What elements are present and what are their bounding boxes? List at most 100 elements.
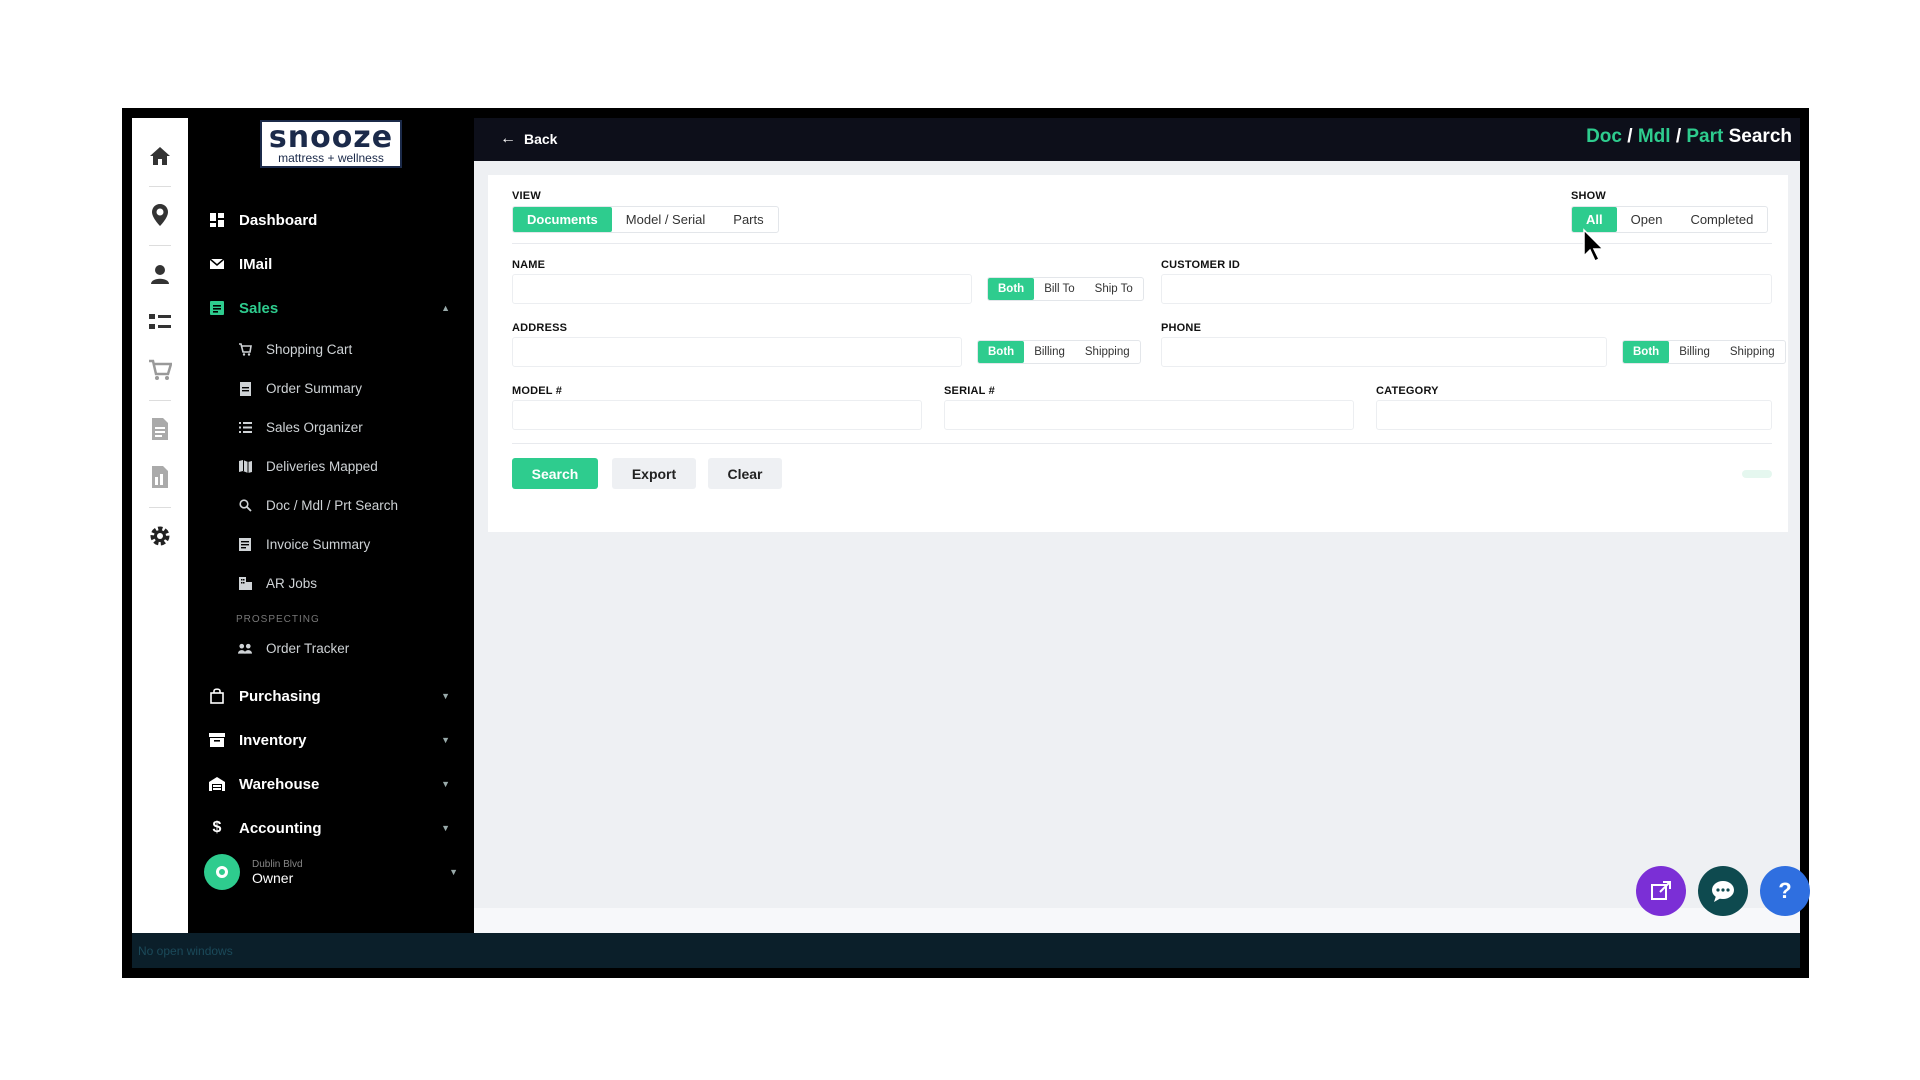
- gear-icon[interactable]: [140, 516, 180, 556]
- show-option-open[interactable]: Open: [1617, 207, 1677, 232]
- title-separator: /: [1675, 126, 1682, 147]
- logo-main-text: snooze: [268, 120, 394, 155]
- list-icon: [238, 421, 252, 435]
- location-pin-icon[interactable]: [140, 195, 180, 235]
- sidebar-item-sales[interactable]: Sales ▲: [188, 286, 474, 330]
- user-role: Owner: [252, 869, 294, 886]
- invoice-icon: [238, 538, 252, 552]
- sidebar-item-label: Sales: [239, 299, 279, 317]
- report-icon[interactable]: [140, 457, 180, 497]
- sidebar-subitem-deliveries-mapped[interactable]: Deliveries Mapped: [188, 447, 474, 486]
- taskbar-status: No open windows: [138, 944, 233, 958]
- sidebar-item-imail[interactable]: IMail: [188, 242, 474, 286]
- sidebar-subitem-shopping-cart[interactable]: Shopping Cart: [188, 330, 474, 369]
- people-icon: [238, 642, 252, 656]
- view-label: VIEW: [512, 190, 541, 202]
- brand-logo[interactable]: snooze mattress + wellness: [260, 120, 402, 168]
- title-search: Search: [1728, 126, 1792, 147]
- avatar: [204, 854, 240, 890]
- show-option-completed[interactable]: Completed: [1676, 207, 1767, 232]
- chat-bubble-icon: [1712, 881, 1734, 902]
- user-icon[interactable]: [140, 254, 180, 294]
- open-external-button[interactable]: [1636, 866, 1686, 916]
- sidebar-subitem-label: Invoice Summary: [266, 537, 371, 552]
- back-button[interactable]: ← Back: [500, 130, 557, 148]
- phone-scope-billing[interactable]: Billing: [1669, 341, 1720, 363]
- address-scope-both[interactable]: Both: [978, 341, 1025, 363]
- sidebar-item-label: Dashboard: [239, 211, 318, 229]
- home-icon[interactable]: [140, 136, 180, 176]
- export-button[interactable]: Export: [612, 458, 696, 489]
- serial-input[interactable]: [944, 400, 1354, 430]
- title-doc: Doc: [1586, 126, 1622, 147]
- rail-divider: [149, 400, 171, 401]
- sales-icon: [208, 299, 226, 317]
- name-scope-both[interactable]: Both: [988, 278, 1035, 300]
- sidebar-item-label: Accounting: [239, 819, 322, 837]
- phone-scope-both[interactable]: Both: [1623, 341, 1670, 363]
- search-icon: [238, 499, 252, 513]
- sidebar-subitem-order-tracker[interactable]: Order Tracker: [188, 629, 474, 668]
- list-icon[interactable]: [140, 302, 180, 342]
- help-button[interactable]: ?: [1760, 866, 1810, 916]
- sidebar-item-accounting[interactable]: $ Accounting ▼: [188, 806, 474, 850]
- chevron-down-icon: ▼: [441, 823, 450, 833]
- name-scope-ship-to[interactable]: Ship To: [1085, 278, 1143, 300]
- cart-icon[interactable]: [140, 350, 180, 390]
- question-mark-icon: ?: [1778, 878, 1792, 903]
- dollar-icon: $: [212, 819, 222, 836]
- address-scope-shipping[interactable]: Shipping: [1075, 341, 1140, 363]
- sidebar-item-warehouse[interactable]: Warehouse ▼: [188, 762, 474, 806]
- sidebar-subitem-label: Deliveries Mapped: [266, 459, 378, 474]
- sidebar-item-inventory[interactable]: Inventory ▼: [188, 718, 474, 762]
- user-menu[interactable]: Dublin Blvd Owner ▼: [204, 851, 460, 893]
- model-input[interactable]: [512, 400, 922, 430]
- search-button[interactable]: Search: [512, 458, 598, 489]
- address-scope-toggle: Both Billing Shipping: [977, 340, 1141, 364]
- title-separator: /: [1627, 126, 1633, 147]
- rail-divider: [149, 507, 171, 508]
- phone-scope-shipping[interactable]: Shipping: [1720, 341, 1785, 363]
- sidebar-subitem-doc-mdl-prt-search[interactable]: Doc / Mdl / Prt Search: [188, 486, 474, 525]
- phone-input[interactable]: [1161, 337, 1607, 367]
- prospecting-section-label: PROSPECTING: [236, 614, 320, 625]
- name-scope-bill-to[interactable]: Bill To: [1034, 278, 1084, 300]
- sidebar-item-label: IMail: [239, 255, 273, 273]
- chevron-up-icon: ▲: [441, 303, 450, 313]
- icon-rail: [132, 118, 188, 933]
- sidebar-subitem-sales-organizer[interactable]: Sales Organizer: [188, 408, 474, 447]
- sidebar: snooze mattress + wellness Dashboard IMa…: [188, 118, 474, 933]
- rail-divider: [149, 186, 171, 187]
- sidebar-subitem-ar-jobs[interactable]: AR Jobs: [188, 564, 474, 603]
- name-input[interactable]: [512, 274, 972, 304]
- clear-button[interactable]: Clear: [708, 458, 782, 489]
- user-location: Dublin Blvd: [252, 858, 303, 870]
- address-scope-billing[interactable]: Billing: [1024, 341, 1075, 363]
- shopping-bag-icon: [208, 687, 226, 705]
- sidebar-subitem-label: Order Summary: [266, 381, 363, 396]
- sidebar-subitem-order-summary[interactable]: Order Summary: [188, 369, 474, 408]
- name-label: NAME: [512, 259, 546, 271]
- customer-id-input[interactable]: [1161, 274, 1772, 304]
- view-option-model-serial[interactable]: Model / Serial: [612, 207, 719, 232]
- sidebar-item-dashboard[interactable]: Dashboard: [188, 198, 474, 242]
- view-option-documents[interactable]: Documents: [513, 207, 612, 232]
- serial-label: SERIAL #: [944, 385, 995, 397]
- view-option-parts[interactable]: Parts: [719, 207, 777, 232]
- back-label: Back: [524, 131, 558, 147]
- show-label: SHOW: [1571, 190, 1607, 202]
- document-icon[interactable]: [140, 409, 180, 449]
- footer-band: [474, 908, 1800, 933]
- category-input[interactable]: [1376, 400, 1772, 430]
- warehouse-icon: [208, 775, 226, 793]
- chat-button[interactable]: [1698, 866, 1748, 916]
- cart-icon: [238, 343, 252, 357]
- chevron-down-icon: ▼: [449, 867, 458, 877]
- status-indicator: [1742, 470, 1772, 478]
- chevron-down-icon: ▼: [441, 735, 450, 745]
- sidebar-subitem-invoice-summary[interactable]: Invoice Summary: [188, 525, 474, 564]
- document-icon: [238, 381, 252, 396]
- sidebar-item-purchasing[interactable]: Purchasing ▼: [188, 674, 474, 718]
- address-input[interactable]: [512, 337, 962, 367]
- model-label: MODEL #: [512, 385, 563, 397]
